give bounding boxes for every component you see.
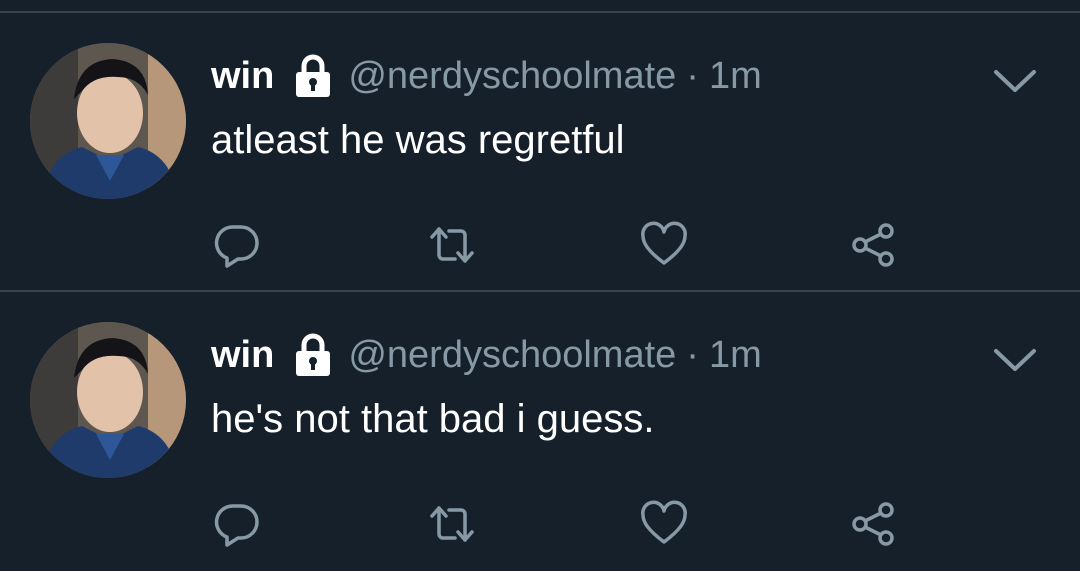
reply-button[interactable] xyxy=(213,500,261,548)
retweet-icon xyxy=(430,227,474,263)
tweet-text: he's not that bad i guess. xyxy=(211,397,655,441)
lock-icon xyxy=(290,53,336,99)
share-icon xyxy=(852,502,894,546)
chevron-down-icon[interactable] xyxy=(990,63,1040,99)
separator-dot: · xyxy=(686,54,699,97)
share-button[interactable] xyxy=(850,221,898,269)
username-handle[interactable]: @nerdyschoolmate xyxy=(348,334,676,377)
avatar[interactable] xyxy=(30,322,186,478)
reply-button[interactable] xyxy=(213,221,261,269)
tweet[interactable]: win @nerdyschoolmate · 1m he's not that … xyxy=(0,292,1080,570)
like-button[interactable] xyxy=(640,221,688,269)
display-name[interactable]: win xyxy=(211,55,274,98)
reply-icon xyxy=(214,225,259,268)
chevron-down-icon[interactable] xyxy=(990,342,1040,378)
heart-icon xyxy=(641,500,687,544)
lock-icon xyxy=(290,332,336,378)
tweet-header: win @nerdyschoolmate · 1m xyxy=(211,330,762,380)
avatar[interactable] xyxy=(30,43,186,199)
separator-dot: · xyxy=(686,333,699,376)
tweet-header: win @nerdyschoolmate · 1m xyxy=(211,51,762,101)
display-name[interactable]: win xyxy=(211,334,274,377)
username-handle[interactable]: @nerdyschoolmate xyxy=(348,55,676,98)
tweet-text: atleast he was regretful xyxy=(211,118,625,162)
reply-icon xyxy=(214,504,259,547)
tweet[interactable]: win @nerdyschoolmate · 1m atleast he was… xyxy=(0,13,1080,291)
heart-icon xyxy=(641,221,687,265)
like-button[interactable] xyxy=(640,500,688,548)
share-icon xyxy=(852,223,894,267)
retweet-icon xyxy=(430,506,474,542)
timestamp[interactable]: 1m xyxy=(709,334,762,377)
retweet-button[interactable] xyxy=(428,221,476,269)
retweet-button[interactable] xyxy=(428,500,476,548)
timestamp[interactable]: 1m xyxy=(709,55,762,98)
share-button[interactable] xyxy=(850,500,898,548)
